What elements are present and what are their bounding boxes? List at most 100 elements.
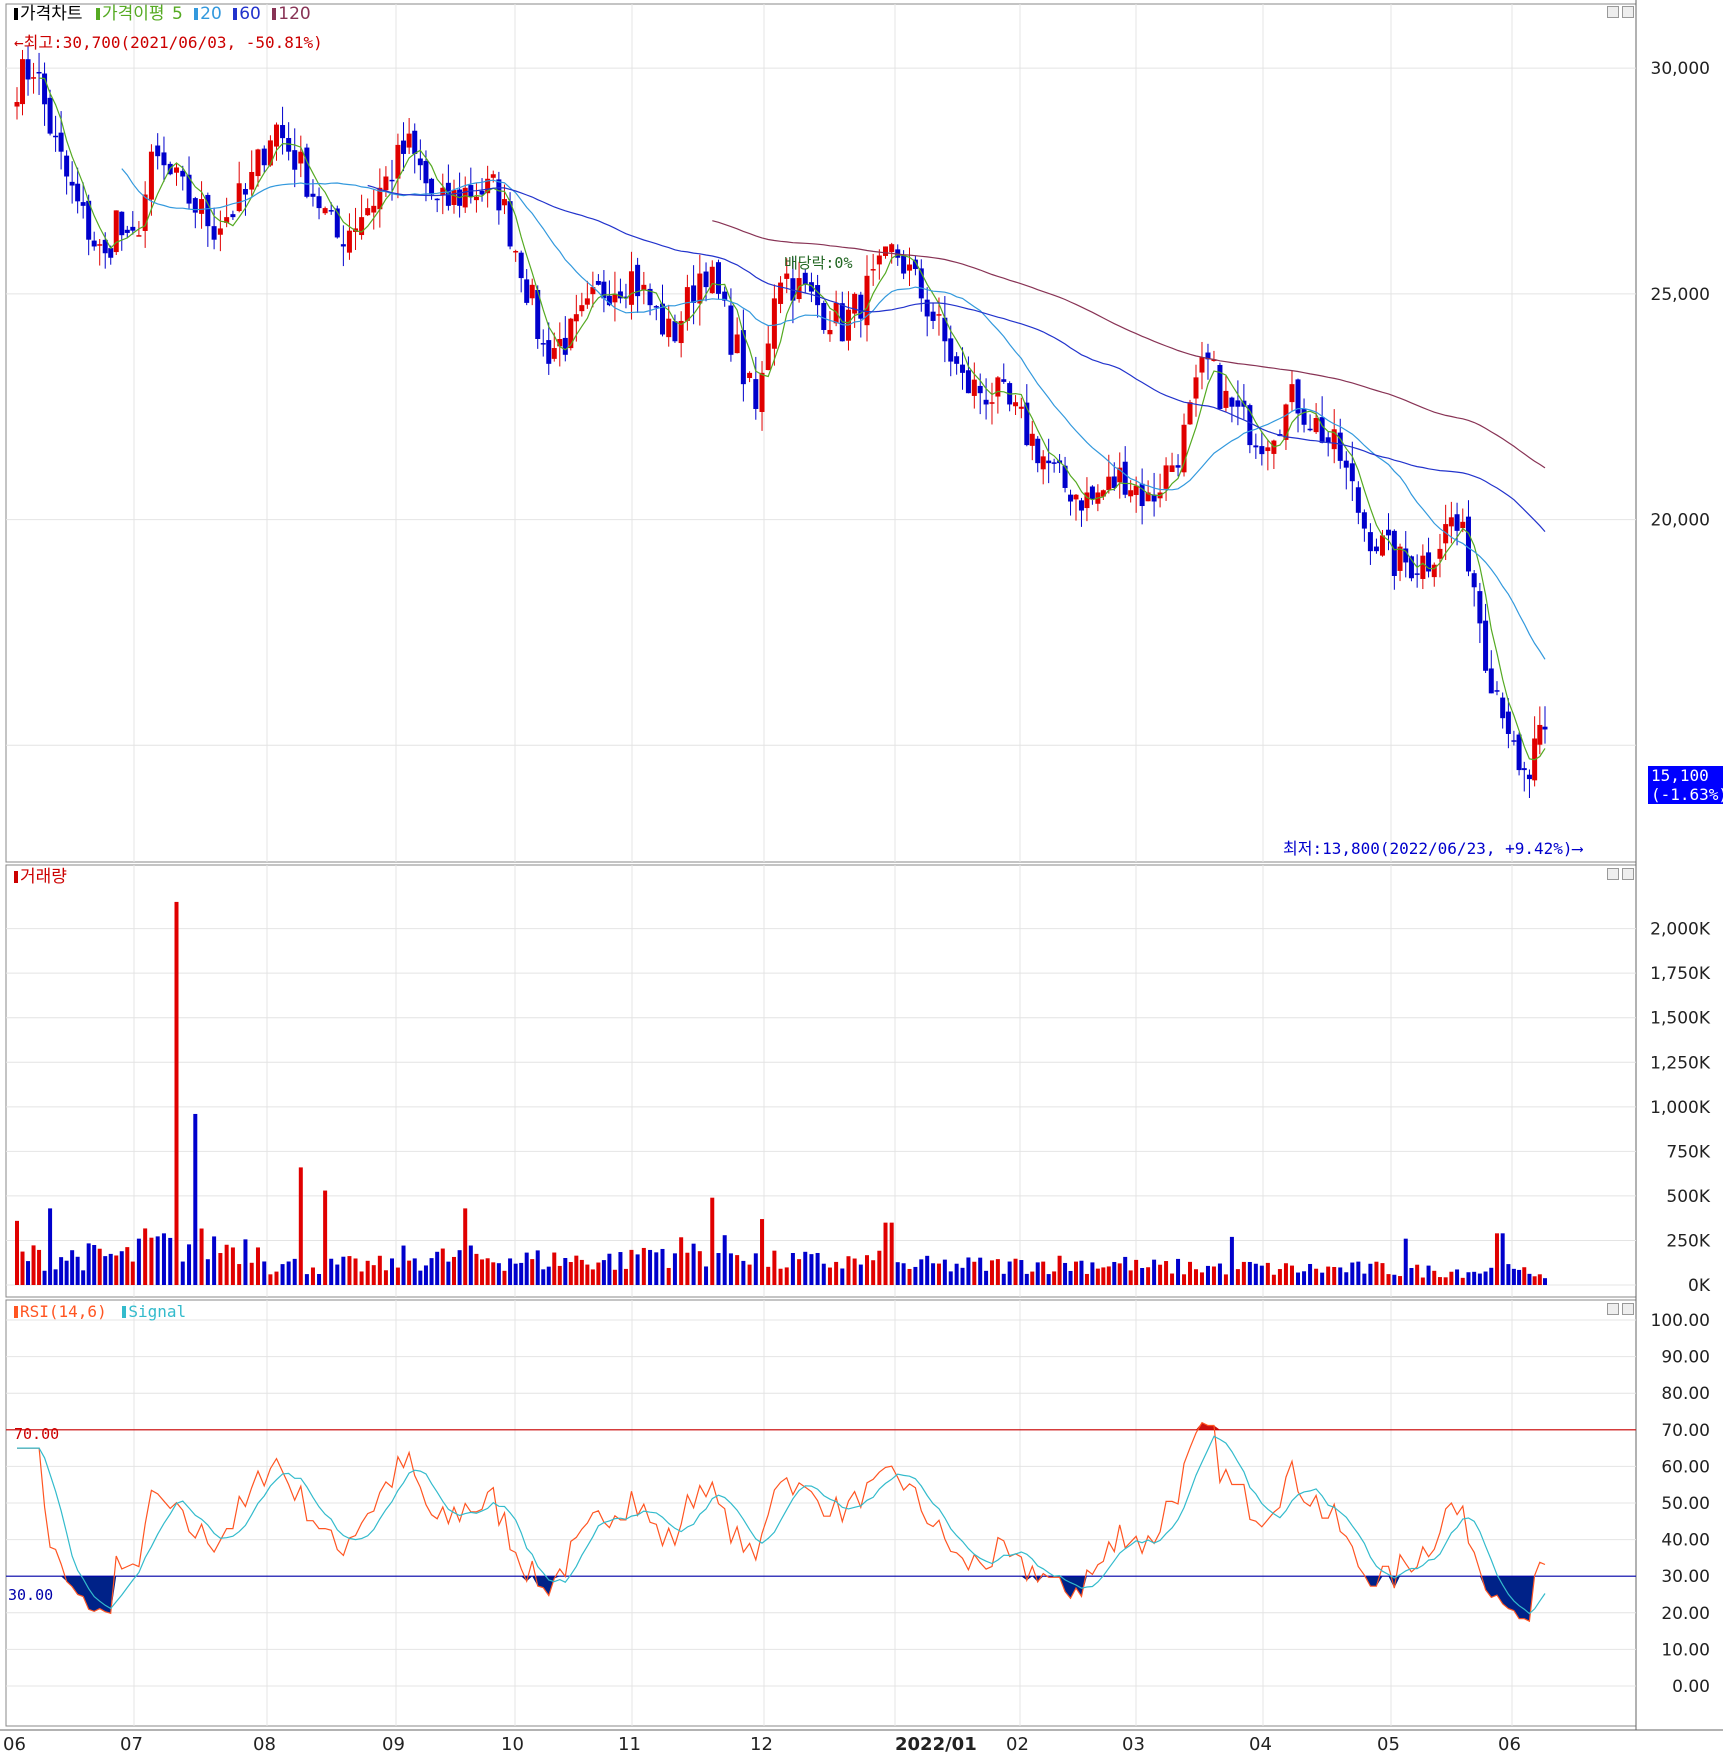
volume-bar: [37, 1249, 42, 1285]
volume-bar: [1199, 1272, 1204, 1285]
candle-body: [715, 262, 721, 294]
volume-bar: [1229, 1236, 1234, 1285]
candle-body: [1265, 447, 1271, 452]
volume-bar: [557, 1265, 562, 1285]
price-minimize-button[interactable]: [1607, 6, 1619, 18]
candle-body: [75, 183, 81, 202]
price-close-button[interactable]: [1622, 6, 1634, 18]
volume-bar: [1380, 1263, 1385, 1285]
volume-bar: [193, 1113, 198, 1285]
legend-signal[interactable]: Signal: [128, 1302, 186, 1321]
volume-y-tick: 2,000K: [1650, 920, 1711, 940]
volume-bar: [735, 1255, 740, 1285]
volume-bar: [59, 1257, 64, 1285]
candle-body: [340, 244, 346, 247]
candle-body: [501, 199, 507, 206]
volume-bar: [136, 1238, 141, 1285]
legend-ma-label[interactable]: 가격이평: [102, 4, 165, 24]
candle-body: [1465, 516, 1471, 572]
volume-bar: [86, 1243, 91, 1285]
volume-bar: [641, 1247, 646, 1285]
volume-bar: [1409, 1268, 1414, 1285]
candle-body: [728, 305, 734, 355]
volume-bar: [840, 1268, 845, 1285]
candle-body: [91, 240, 97, 247]
legend-rsi[interactable]: RSI(14,6): [20, 1302, 107, 1321]
volume-bar: [435, 1251, 440, 1285]
candle-body: [1289, 384, 1295, 403]
volume-bar: [274, 1271, 279, 1285]
volume-bar: [1537, 1274, 1542, 1285]
volume-bar: [760, 1219, 765, 1285]
candle-body: [371, 205, 377, 213]
candle-body: [249, 171, 255, 190]
volume-bar: [237, 1264, 242, 1285]
volume-bar: [75, 1256, 80, 1285]
volume-bar: [716, 1253, 721, 1285]
volume-bar: [1112, 1261, 1117, 1285]
volume-y-tick: 750K: [1666, 1142, 1710, 1162]
candle-body: [579, 305, 585, 312]
candle-body: [883, 246, 889, 256]
volume-y-tick: 1,250K: [1650, 1053, 1711, 1073]
volume-bar: [1152, 1259, 1157, 1285]
volume-bar: [418, 1270, 423, 1285]
volume-bar: [1338, 1267, 1343, 1285]
volume-bar: [579, 1259, 584, 1285]
candle-body: [759, 372, 765, 412]
rsi-lower-level-label: 30.00: [8, 1586, 54, 1604]
candle-body: [395, 144, 401, 179]
candle-body: [316, 196, 322, 209]
volume-bar: [26, 1261, 31, 1285]
volume-bar: [1466, 1272, 1471, 1285]
candle-body: [1454, 514, 1460, 531]
rsi-close-button[interactable]: [1622, 1303, 1634, 1315]
volume-bar: [1046, 1274, 1051, 1285]
candle-body: [551, 348, 557, 359]
candle-body: [1537, 724, 1543, 745]
volume-bar: [1001, 1273, 1006, 1285]
volume-bar: [1302, 1271, 1307, 1285]
volume-bar: [942, 1259, 947, 1285]
candle-body: [1526, 774, 1532, 780]
volume-bar: [989, 1260, 994, 1285]
candle-body: [691, 285, 697, 303]
volume-bar: [1483, 1271, 1488, 1285]
volume-bar: [155, 1236, 160, 1285]
candle-body: [1542, 726, 1548, 730]
candle-body: [383, 176, 389, 191]
x-tick-label: 10: [501, 1734, 524, 1754]
volume-bar: [809, 1254, 814, 1285]
candle-body: [1018, 406, 1024, 409]
volume-bar: [347, 1256, 352, 1285]
volume-minimize-button[interactable]: [1607, 868, 1619, 880]
volume-bar: [292, 1258, 297, 1285]
volume-bar: [1449, 1271, 1454, 1285]
candle-body: [80, 202, 86, 206]
legend-volume[interactable]: 거래량: [20, 867, 67, 887]
y-axis-area: [1636, 0, 1723, 1754]
volume-bar: [502, 1270, 507, 1285]
volume-bar: [230, 1247, 235, 1285]
volume-bar: [286, 1261, 291, 1285]
volume-close-button[interactable]: [1622, 868, 1634, 880]
candle-body: [136, 235, 142, 237]
volume-bar: [1035, 1262, 1040, 1285]
legend-price-chart[interactable]: 가격차트: [20, 4, 83, 24]
rsi-minimize-button[interactable]: [1607, 1303, 1619, 1315]
candle-body: [1307, 428, 1313, 431]
volume-bar: [1030, 1271, 1035, 1285]
candle-body: [960, 364, 966, 373]
candle-body: [14, 102, 20, 107]
volume-bar: [15, 1220, 19, 1285]
candle-body: [1373, 546, 1379, 552]
candle-body: [852, 293, 858, 314]
volume-bar: [654, 1252, 659, 1285]
volume-bar: [541, 1269, 546, 1285]
candle-body: [1343, 460, 1349, 468]
volume-bar: [1489, 1267, 1494, 1285]
volume-bar: [143, 1228, 148, 1285]
candle-body: [778, 282, 784, 304]
dividend-event-marker[interactable]: 배당락:0%: [784, 252, 853, 273]
volume-bar: [1090, 1262, 1095, 1285]
